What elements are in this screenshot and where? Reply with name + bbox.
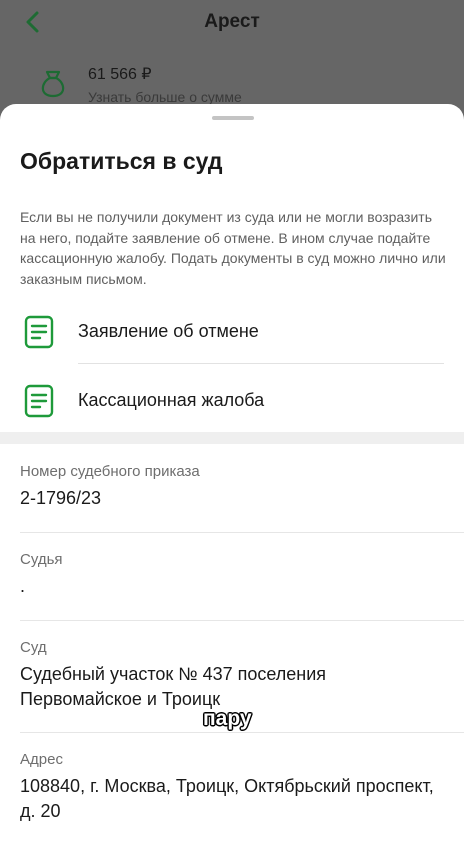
field-label: Номер судебного приказа: [20, 463, 200, 480]
divider: [78, 363, 444, 364]
sheet-grabber-handle[interactable]: [212, 116, 254, 120]
document-label: Кассационная жалоба: [78, 390, 265, 410]
background-screen: Арест 61 566 ₽ Узнать больше о сумме: [0, 0, 464, 120]
arrest-amount: 61 566 ₽: [88, 66, 152, 83]
document-icon: [24, 384, 54, 418]
document-icon: [24, 315, 54, 349]
sheet-title: Обратиться в суд: [20, 148, 223, 174]
field-court: Суд Судебный участок № 437 поселения Пер…: [20, 639, 440, 712]
document-label: Заявление об отмене: [78, 321, 259, 341]
document-row-cancel-statement[interactable]: Заявление об отмене: [0, 301, 464, 363]
field-label: Судья: [20, 551, 63, 568]
screen-title: Арест: [204, 11, 260, 32]
overlay-caption: пару: [203, 707, 252, 730]
field-label: Адрес: [20, 751, 63, 768]
sheet-description: Если вы не получили документ из суда или…: [20, 209, 446, 287]
document-row-cassation-appeal[interactable]: Кассационная жалоба: [0, 370, 464, 432]
field-judge: Судья .: [20, 551, 440, 599]
field-value: .: [20, 576, 26, 596]
divider: [20, 732, 464, 733]
amount-details-link[interactable]: Узнать больше о сумме: [88, 89, 242, 105]
field-label: Суд: [20, 639, 47, 656]
field-court-order-number: Номер судебного приказа 2-1796/23: [20, 463, 440, 511]
divider: [20, 532, 464, 533]
money-bag-icon: [41, 70, 65, 98]
court-bottom-sheet: Обратиться в суд Если вы не получили док…: [0, 104, 464, 848]
field-value: Судебный участок № 437 поселения Первома…: [20, 664, 327, 709]
divider: [20, 620, 464, 621]
field-address: Адрес 108840, г. Москва, Троицк, Октябрь…: [20, 751, 440, 824]
field-value: 108840, г. Москва, Троицк, Октябрьский п…: [20, 776, 434, 821]
section-separator: [0, 432, 464, 444]
field-value: 2-1796/23: [20, 488, 102, 508]
